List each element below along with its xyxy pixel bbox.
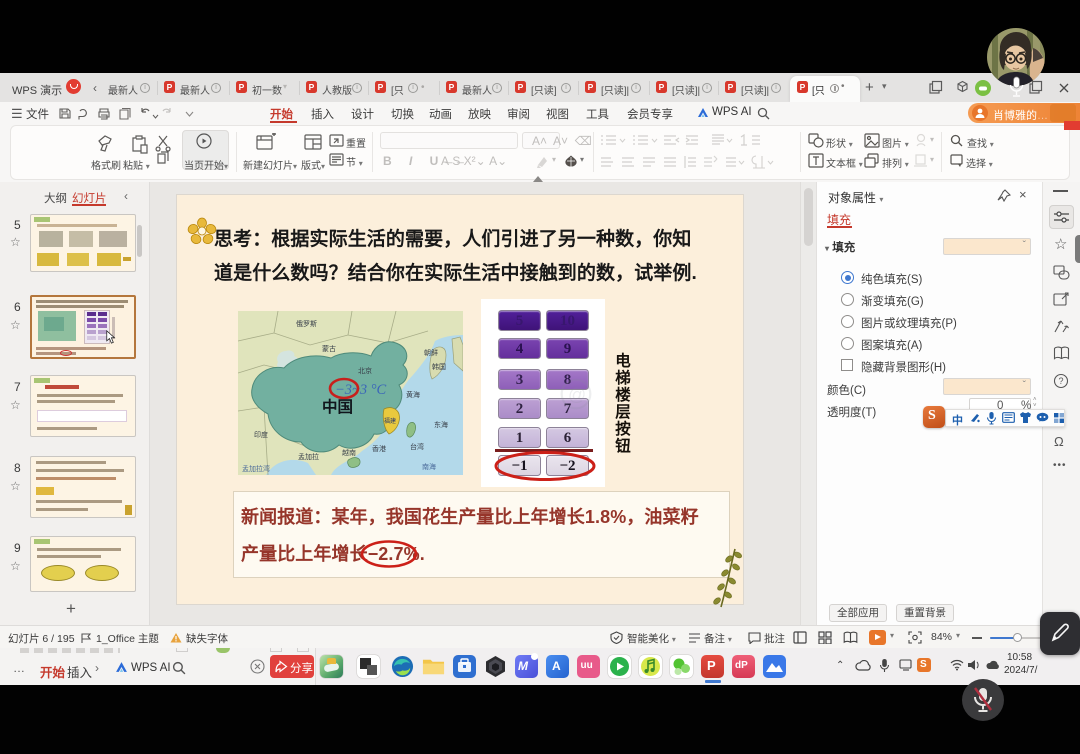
- svg-text:北京: 北京: [358, 366, 372, 375]
- svg-text:?: ?: [1059, 376, 1064, 386]
- svg-text:蒙古: 蒙古: [322, 344, 336, 353]
- svg-text:台湾: 台湾: [410, 442, 424, 451]
- svg-text:越南: 越南: [342, 448, 356, 457]
- svg-text:@: @: [568, 384, 586, 404]
- svg-text:−3~3 °C: −3~3 °C: [335, 382, 387, 398]
- svg-text:俄罗斯: 俄罗斯: [296, 319, 317, 328]
- svg-text:朝鲜: 朝鲜: [424, 348, 438, 357]
- svg-text:福建: 福建: [384, 417, 396, 425]
- svg-text:韩国: 韩国: [432, 362, 446, 371]
- svg-text:孟加拉: 孟加拉: [298, 452, 319, 461]
- svg-text:香港: 香港: [372, 444, 386, 453]
- svg-text:中国: 中国: [322, 397, 353, 416]
- svg-text:孟加拉湾: 孟加拉湾: [242, 464, 270, 473]
- svg-text:东海: 东海: [434, 420, 448, 429]
- svg-text:黄海: 黄海: [406, 390, 420, 399]
- svg-text:南海: 南海: [422, 462, 436, 471]
- svg-text:印度: 印度: [254, 430, 268, 439]
